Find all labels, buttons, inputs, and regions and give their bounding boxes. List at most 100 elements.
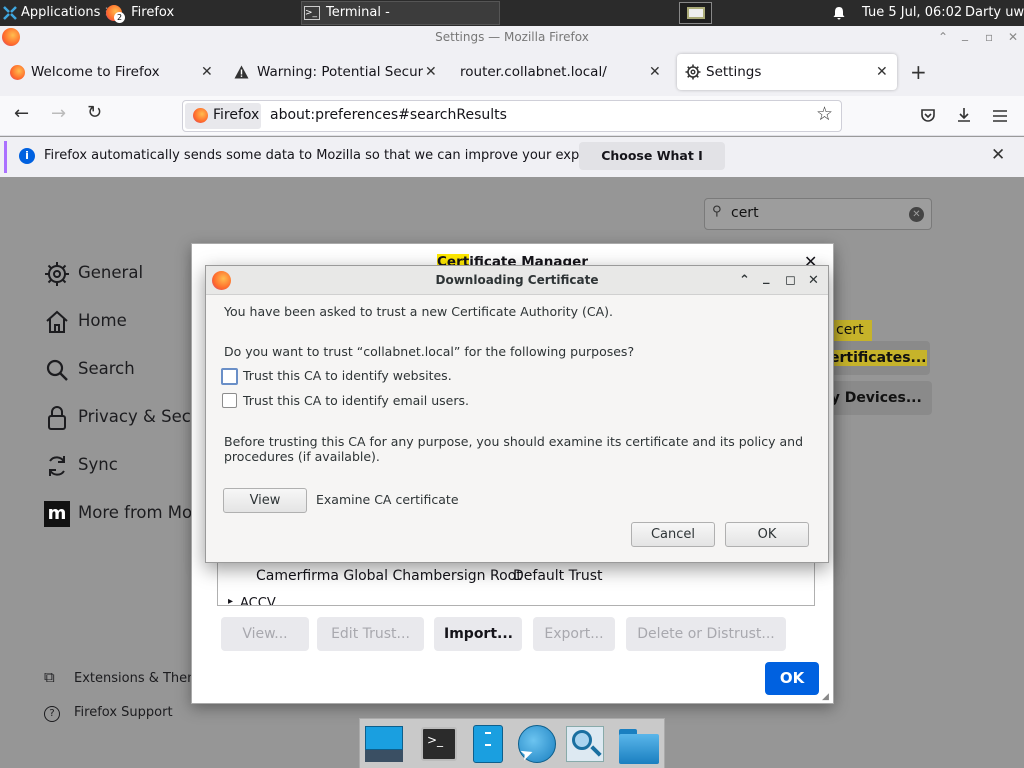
delete-or-distrust-button[interactable]: Delete or Distrust... [626, 617, 786, 651]
view-certificate-button[interactable]: View [223, 488, 307, 513]
edit-trust-button[interactable]: Edit Trust... [317, 617, 424, 651]
nav-label: General [78, 263, 144, 282]
dialog-up-icon[interactable]: ⌃ [739, 266, 750, 295]
tab-bar: Welcome to Firefox ✕ Warning: Potential … [0, 48, 1024, 96]
tab-settings[interactable]: Settings ✕ [677, 54, 897, 90]
tab-warning[interactable]: Warning: Potential Security R ✕ [228, 54, 446, 90]
url-text[interactable]: about:preferences#searchResults [270, 107, 507, 123]
window-close-button[interactable]: ✕ [1008, 26, 1018, 48]
expand-icon[interactable]: ▸ [228, 596, 233, 605]
button-label: ertificates... [830, 350, 927, 366]
dialog-minimize-button[interactable]: _ [763, 263, 770, 292]
cert-name-cell: Camerfirma Global Chambersign Root [256, 568, 522, 584]
nav-label: Firefox Support [74, 705, 173, 720]
security-devices-button-bg[interactable]: ty Devices... [820, 381, 932, 415]
home-icon [46, 310, 68, 333]
settings-search-input[interactable]: ⚲ cert ✕ [704, 198, 932, 230]
dialog-question-text: Do you want to trust “collabnet.local” f… [224, 344, 635, 359]
window-maximize-button[interactable]: ▫ [985, 26, 993, 48]
clear-search-icon[interactable]: ✕ [909, 207, 924, 222]
new-tab-button[interactable]: + [910, 60, 927, 84]
dialog-maximize-button[interactable]: ◻ [785, 266, 796, 295]
back-arrow-icon[interactable]: ← [14, 103, 29, 124]
terminal-task[interactable]: >_Terminal - dartz@855889da... [301, 1, 500, 42]
folder-icon[interactable] [618, 724, 659, 764]
clock[interactable]: Tue 5 Jul, 06:02 [862, 0, 962, 26]
downloads-icon[interactable] [956, 107, 972, 123]
search-value[interactable]: cert [731, 205, 759, 221]
examine-ca-label: Examine CA certificate [316, 492, 459, 507]
firefox-identity-icon [193, 108, 208, 123]
tab-close-icon[interactable]: ✕ [425, 54, 437, 90]
search-result-highlight: cert [828, 320, 872, 341]
cert-group-cell: ACCV [240, 596, 276, 606]
tab-close-icon[interactable]: ✕ [649, 54, 661, 90]
bookmark-star-icon[interactable]: ☆ [816, 103, 833, 125]
tab-welcome[interactable]: Welcome to Firefox ✕ [4, 54, 222, 90]
show-desktop-icon[interactable] [364, 724, 404, 764]
nav-privacy-security[interactable]: Privacy & Securi [44, 403, 213, 431]
import-button[interactable]: Import... [434, 617, 522, 651]
terminal-icon[interactable]: >_ [419, 724, 459, 764]
export-button[interactable]: Export... [533, 617, 615, 651]
advice-text-line2: procedures (if available). [224, 449, 380, 464]
certificate-list[interactable]: Camerfirma Global Chambersign Root Defau… [217, 562, 815, 606]
firefox-task[interactable]: 2 Firefox [106, 0, 174, 26]
view-certificates-button-bg[interactable]: ertificates... [820, 341, 930, 375]
choose-what-i-share-button[interactable]: Choose What I Share [579, 142, 725, 191]
gear-icon [685, 64, 701, 80]
notification-close-icon[interactable]: ✕ [991, 145, 1005, 165]
firefox-window-icon [2, 28, 20, 46]
window-up-icon[interactable]: ⌃ [938, 26, 948, 48]
identity-box[interactable]: Firefox [185, 103, 261, 129]
file-manager-icon[interactable] [468, 724, 508, 764]
table-row[interactable]: ▸ ACCV [218, 596, 814, 606]
nav-more-from-mozilla[interactable]: m More from Mozill [44, 499, 215, 527]
window-minimize-button[interactable]: _ [962, 23, 968, 45]
app-finder-icon[interactable] [565, 724, 605, 764]
window-title: Settings — Mozilla Firefox [435, 30, 589, 44]
url-bar[interactable]: Firefox about:preferences#searchResults … [182, 100, 842, 132]
tab-label: Warning: Potential Security R [257, 64, 423, 80]
tab-close-icon[interactable]: ✕ [876, 54, 888, 90]
nav-general[interactable]: General [44, 259, 143, 287]
puzzle-icon: ⧉ [44, 668, 55, 686]
ok-button[interactable]: OK [725, 522, 809, 547]
dialog-close-button[interactable]: ✕ [808, 266, 819, 295]
trust-email-label[interactable]: Trust this CA to identify email users. [243, 393, 469, 408]
user-menu[interactable]: Darty uwu [965, 0, 1024, 26]
resize-grip-icon[interactable]: ◢ [822, 692, 829, 702]
web-browser-icon[interactable]: ➤ [516, 724, 556, 765]
nav-home[interactable]: Home [44, 307, 127, 335]
nav-firefox-support[interactable]: ? Firefox Support [44, 699, 173, 727]
trust-websites-label[interactable]: Trust this CA to identify websites. [243, 368, 452, 383]
search-icon: ⚲ [712, 204, 722, 219]
applications-icon [3, 5, 17, 20]
tab-router[interactable]: router.collabnet.local/ ✕ [452, 54, 670, 90]
tab-close-icon[interactable]: ✕ [201, 54, 213, 90]
hamburger-menu-icon[interactable] [992, 109, 1008, 123]
cancel-button[interactable]: Cancel [631, 522, 715, 547]
task-count-badge: 2 [114, 12, 125, 23]
notification-bell-icon[interactable] [832, 0, 846, 26]
nav-label: Search [78, 359, 135, 378]
trust-websites-checkbox[interactable] [221, 368, 238, 385]
reload-icon[interactable]: ↻ [87, 102, 102, 123]
forward-arrow-icon[interactable]: → [51, 103, 66, 124]
nav-search[interactable]: Search [44, 355, 135, 383]
downloading-certificate-dialog: Downloading Certificate ⌃ _ ◻ ✕ You have… [205, 265, 829, 563]
table-row[interactable]: Camerfirma Global Chambersign Root Defau… [218, 568, 814, 588]
pocket-icon[interactable] [920, 108, 936, 124]
nav-label: Sync [78, 455, 118, 474]
notification-message: Firefox automatically sends some data to… [44, 148, 632, 163]
view-button[interactable]: View... [221, 617, 309, 651]
applications-menu[interactable]: Applications ⁝ [2, 0, 109, 26]
dialog-title: Downloading Certificate [435, 273, 599, 287]
trust-email-checkbox[interactable] [222, 393, 237, 408]
terminal-icon: >_ [304, 5, 320, 20]
applications-label: Applications [21, 5, 101, 20]
nav-extensions-themes[interactable]: ⧉ Extensions & Theme [44, 663, 208, 691]
certificate-manager-ok-button[interactable]: OK [765, 662, 819, 695]
workspace-switcher[interactable] [679, 2, 712, 24]
nav-sync[interactable]: Sync [44, 451, 118, 479]
